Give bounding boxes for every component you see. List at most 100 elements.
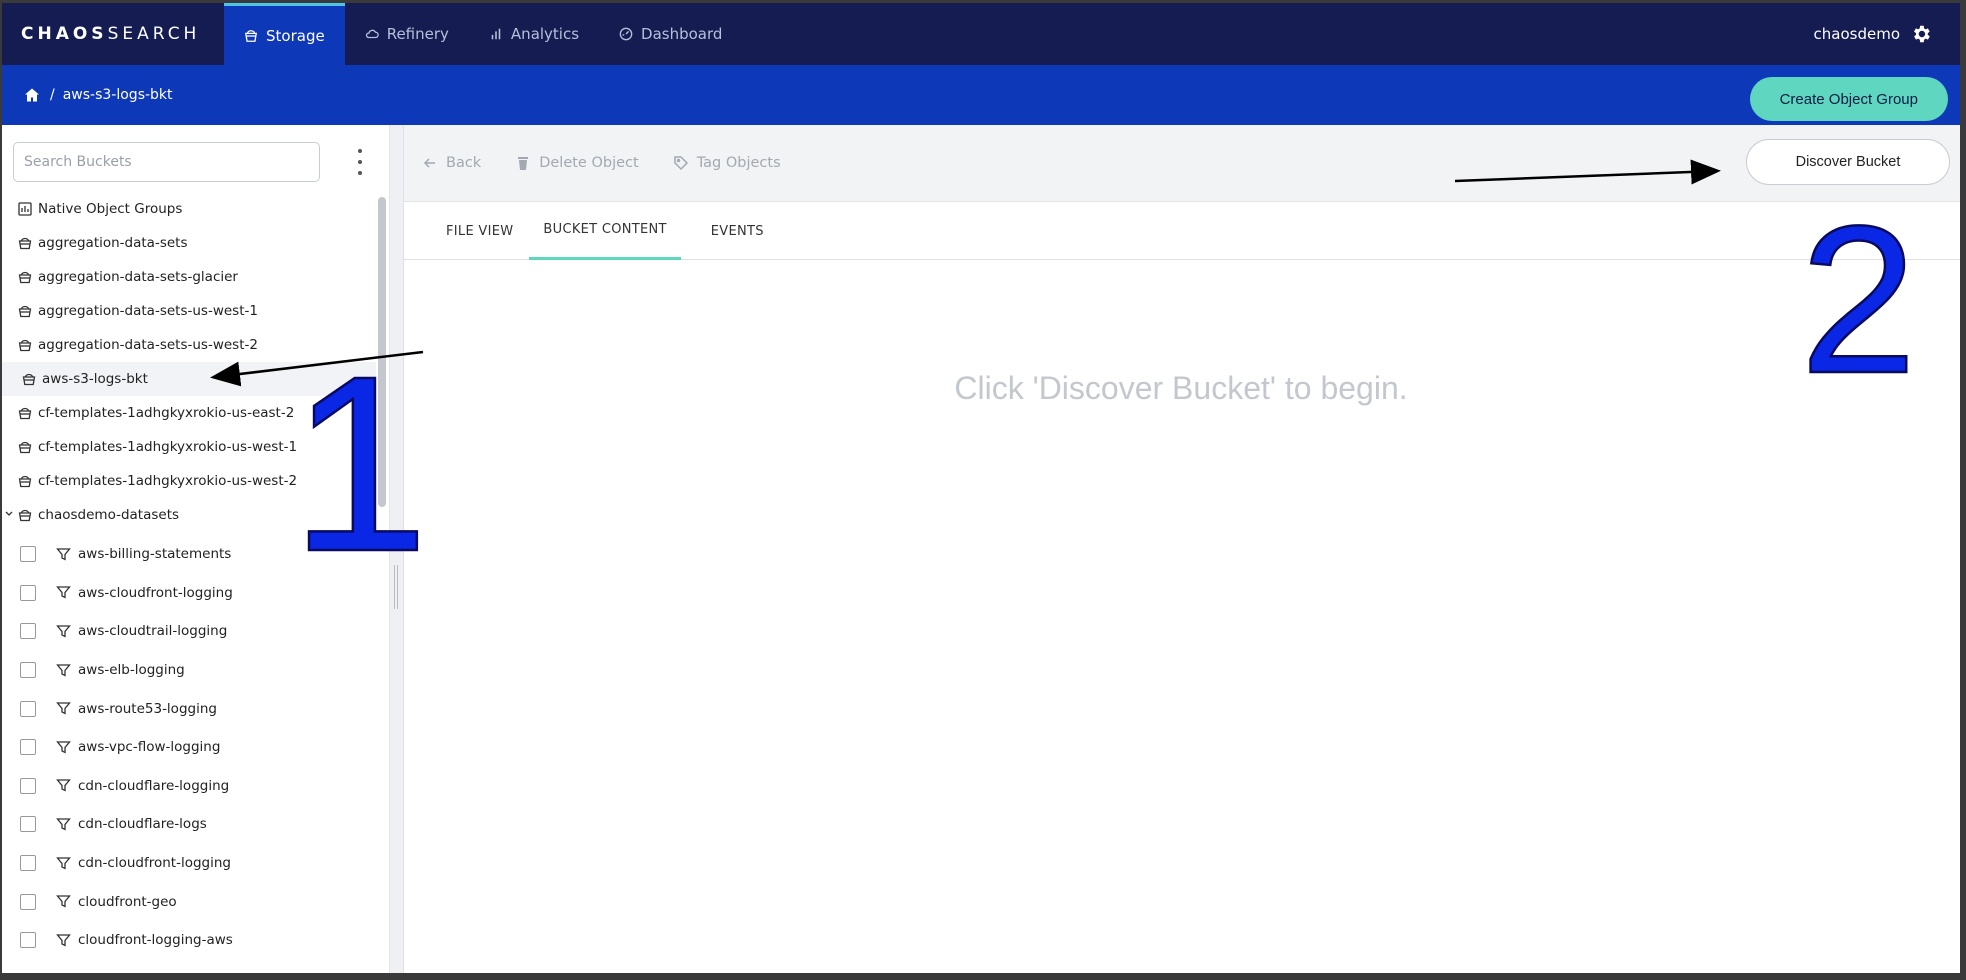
tab-file-view[interactable]: FILE VIEW bbox=[420, 202, 525, 260]
home-icon[interactable] bbox=[24, 87, 40, 103]
checkbox[interactable] bbox=[20, 932, 36, 949]
sidebar-item-bucket[interactable]: aggregation-data-sets bbox=[2, 226, 376, 260]
sidebar-item-bucket[interactable]: aggregation-data-sets-us-west-1 bbox=[2, 294, 376, 328]
tab-events[interactable]: EVENTS bbox=[685, 202, 776, 260]
list-item[interactable]: cdn-cloudflare-logging bbox=[2, 767, 376, 806]
sidebar-item-bucket[interactable]: cf-templates-1adhgkyxrokio-us-west-1 bbox=[2, 430, 376, 464]
checkbox[interactable] bbox=[20, 546, 36, 563]
resize-grip-icon[interactable] bbox=[394, 565, 398, 609]
checkbox[interactable] bbox=[20, 816, 36, 833]
cloud-icon bbox=[365, 29, 379, 39]
list-item-label: aws-billing-statements bbox=[78, 546, 232, 563]
list-item[interactable]: aws-cloudfront-logging bbox=[2, 574, 376, 613]
tag-objects-label: Tag Objects bbox=[696, 155, 781, 171]
tab-bucket-content[interactable]: BUCKET CONTENT bbox=[529, 202, 681, 260]
checkbox[interactable] bbox=[20, 777, 36, 794]
main-panel: Back Delete Object Tag Objects Discover … bbox=[404, 125, 1960, 973]
breadcrumb: / aws-s3-logs-bkt Create Object Group bbox=[2, 65, 1960, 125]
username[interactable]: chaosdemo bbox=[1814, 25, 1900, 43]
filter-icon bbox=[56, 934, 71, 947]
chevron-down-icon[interactable] bbox=[4, 508, 14, 520]
sidebar-scrollbar[interactable] bbox=[378, 197, 386, 507]
top-navigation: CHAOSSEARCH Storage Refinery Analytics D… bbox=[2, 3, 1960, 65]
list-item[interactable]: aws-cloudtrail-logging bbox=[2, 612, 376, 651]
gear-icon[interactable] bbox=[1910, 23, 1932, 45]
content-tabs: FILE VIEW BUCKET CONTENT EVENTS bbox=[404, 202, 1960, 260]
sidebar-resize-handle[interactable] bbox=[390, 125, 404, 973]
sidebar-item-label: aggregation-data-sets bbox=[38, 235, 188, 251]
checkbox[interactable] bbox=[20, 623, 36, 640]
checkbox[interactable] bbox=[20, 893, 36, 910]
tag-icon bbox=[673, 156, 688, 171]
sidebar-item-label: aggregation-data-sets-us-west-1 bbox=[38, 303, 258, 319]
list-item[interactable]: cloudfront-geo bbox=[2, 882, 376, 921]
list-item[interactable]: cdn-cloudfront-logging bbox=[2, 844, 376, 883]
toolbar: Back Delete Object Tag Objects Discover … bbox=[404, 125, 1960, 202]
nav-tab-analytics[interactable]: Analytics bbox=[469, 3, 599, 65]
list-item-label: cdn-cloudflare-logs bbox=[78, 816, 207, 833]
list-item-label: cloudfront-geo bbox=[78, 893, 177, 910]
filter-icon bbox=[56, 625, 71, 638]
bucket-icon bbox=[244, 29, 258, 42]
bucket-icon bbox=[18, 509, 32, 522]
checkbox[interactable] bbox=[20, 584, 36, 601]
sidebar-item-bucket-selected[interactable]: aws-s3-logs-bkt bbox=[2, 362, 376, 396]
list-item[interactable]: aws-route53-logging bbox=[2, 689, 376, 728]
list-item-label: aws-elb-logging bbox=[78, 662, 185, 679]
filter-icon bbox=[56, 818, 71, 831]
list-item-label: aws-cloudfront-logging bbox=[78, 584, 233, 601]
bucket-icon bbox=[18, 237, 32, 250]
delete-object-button[interactable]: Delete Object bbox=[515, 155, 639, 171]
arrow-left-icon bbox=[423, 158, 435, 168]
tag-objects-button[interactable]: Tag Objects bbox=[673, 155, 781, 171]
bar-chart-icon bbox=[491, 28, 501, 40]
list-item[interactable]: cdn-cloudflare-logs bbox=[2, 805, 376, 844]
sidebar-item-bucket[interactable]: aggregation-data-sets-us-west-2 bbox=[2, 328, 376, 362]
trash-icon bbox=[518, 157, 529, 170]
sidebar-item-label: chaosdemo-datasets bbox=[38, 507, 180, 523]
sidebar-item-label: aggregation-data-sets-glacier bbox=[38, 269, 238, 285]
bucket-icon bbox=[18, 339, 32, 352]
chart-box-icon bbox=[18, 202, 32, 216]
search-input[interactable] bbox=[13, 142, 320, 182]
logo: CHAOSSEARCH bbox=[21, 24, 201, 44]
list-item[interactable]: aws-billing-statements bbox=[2, 535, 376, 574]
nav-tab-storage[interactable]: Storage bbox=[224, 3, 345, 65]
filter-icon bbox=[56, 856, 71, 870]
bucket-icon bbox=[18, 441, 32, 454]
bucket-icon bbox=[18, 407, 32, 420]
list-item-label: aws-vpc-flow-logging bbox=[78, 739, 221, 756]
checkbox[interactable] bbox=[20, 855, 36, 872]
back-button[interactable]: Back bbox=[422, 155, 481, 171]
filter-icon bbox=[56, 779, 71, 792]
checkbox[interactable] bbox=[20, 700, 36, 717]
sidebar-item-native-object-groups[interactable]: Native Object Groups bbox=[2, 192, 376, 226]
sidebar-group-chaosdemo-datasets[interactable]: chaosdemo-datasets bbox=[2, 498, 376, 532]
list-item[interactable]: aws-vpc-flow-logging bbox=[2, 728, 376, 767]
bucket-list: Native Object Groups aggregation-data-se… bbox=[2, 192, 376, 960]
list-item-label: cloudfront-logging-aws bbox=[78, 932, 233, 949]
nav-tab-label: Analytics bbox=[510, 25, 580, 43]
sidebar-item-bucket[interactable]: cf-templates-1adhgkyxrokio-us-west-2 bbox=[2, 464, 376, 498]
create-object-group-button[interactable]: Create Object Group bbox=[1749, 77, 1948, 121]
filter-icon bbox=[56, 548, 71, 561]
sidebar-item-bucket[interactable]: aggregation-data-sets-glacier bbox=[2, 260, 376, 294]
discover-bucket-button[interactable]: Discover Bucket bbox=[1746, 139, 1950, 185]
list-item-label: cdn-cloudflare-logging bbox=[78, 777, 230, 794]
checkbox[interactable] bbox=[20, 739, 36, 756]
nav-tab-label: Storage bbox=[266, 26, 325, 45]
sidebar-item-label: aws-s3-logs-bkt bbox=[42, 371, 148, 387]
breadcrumb-current: aws-s3-logs-bkt bbox=[62, 87, 173, 103]
more-options-icon[interactable] bbox=[350, 149, 370, 175]
bucket-sidebar: Native Object Groups aggregation-data-se… bbox=[2, 125, 390, 973]
bucket-icon bbox=[22, 373, 36, 386]
nav-tab-refinery[interactable]: Refinery bbox=[345, 3, 469, 65]
nav-tab-dashboard[interactable]: Dashboard bbox=[599, 3, 742, 65]
sidebar-item-label: cf-templates-1adhgkyxrokio-us-east-2 bbox=[38, 405, 295, 421]
sidebar-item-bucket[interactable]: cf-templates-1adhgkyxrokio-us-east-2 bbox=[2, 396, 376, 430]
nav-tab-label: Dashboard bbox=[641, 25, 723, 43]
list-item[interactable]: cloudfront-logging-aws bbox=[2, 921, 376, 960]
filter-icon bbox=[56, 741, 71, 754]
list-item[interactable]: aws-elb-logging bbox=[2, 651, 376, 690]
checkbox[interactable] bbox=[20, 662, 36, 679]
